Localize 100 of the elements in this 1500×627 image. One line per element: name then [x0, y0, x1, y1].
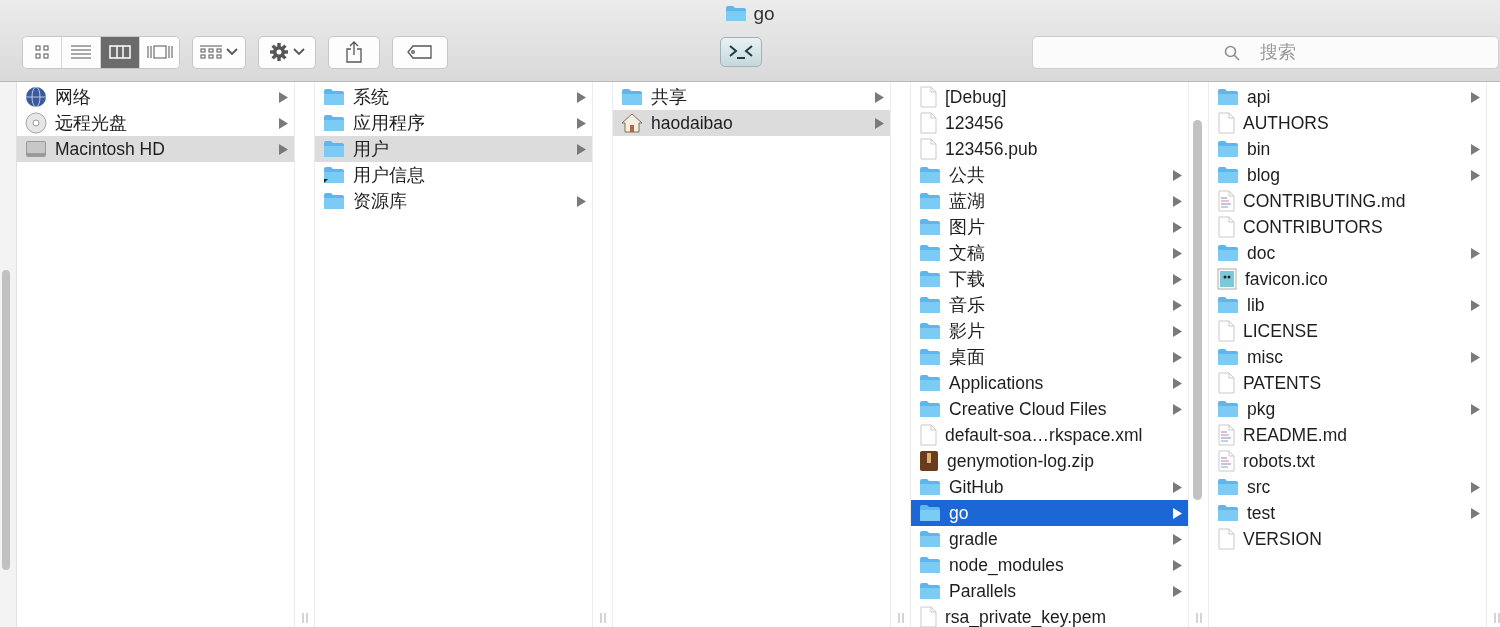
text-file-icon [1217, 424, 1235, 446]
file-row[interactable]: [Debug] [911, 84, 1188, 110]
file-row[interactable]: VERSION [1209, 526, 1486, 552]
file-row[interactable]: 系统 [315, 84, 592, 110]
file-name: 共享 [651, 86, 688, 109]
view-button[interactable] [23, 36, 62, 68]
file-row[interactable]: misc [1209, 344, 1486, 370]
file-row[interactable]: 123456.pub [911, 136, 1188, 162]
file-row[interactable]: AUTHORS [1209, 110, 1486, 136]
folder-icon [1217, 504, 1239, 522]
file-name: 文稿 [949, 242, 986, 265]
file-name: 蓝湖 [949, 190, 986, 213]
folder-icon [1217, 244, 1239, 262]
file-row[interactable]: 图片 [911, 214, 1188, 240]
file-name: node_modules [949, 554, 1065, 576]
tag-icon [407, 45, 433, 59]
file-row[interactable]: Applications [911, 370, 1188, 396]
action-button[interactable] [258, 35, 316, 69]
file-name: lib [1247, 294, 1266, 316]
file-icon [1217, 216, 1235, 238]
file-name: misc [1247, 346, 1284, 368]
file-row[interactable]: Parallels [911, 578, 1188, 604]
file-row[interactable]: haodaibao [613, 110, 890, 136]
file-row[interactable]: 下载 [911, 266, 1188, 292]
file-row[interactable]: 应用程序 [315, 110, 592, 136]
file-row[interactable]: 用户 [315, 136, 592, 162]
house-icon [621, 113, 643, 133]
search-field[interactable]: 搜索 [1032, 35, 1499, 69]
file-row[interactable]: favicon.ico [1209, 266, 1486, 292]
file-row[interactable]: 网络 [17, 84, 294, 110]
file-name: 音乐 [949, 294, 986, 317]
file-row[interactable]: go [911, 500, 1188, 526]
file-row[interactable]: 共享 [613, 84, 890, 110]
folder-icon [919, 218, 941, 236]
tags-button[interactable] [392, 35, 448, 69]
file-row[interactable]: 桌面 [911, 344, 1188, 370]
file-name: 用户 [353, 138, 390, 161]
folder-icon [919, 556, 941, 574]
file-row[interactable]: 文稿 [911, 240, 1188, 266]
list-view-icon [71, 45, 91, 59]
file-row[interactable]: README.md [1209, 422, 1486, 448]
view-button[interactable] [101, 36, 140, 68]
file-row[interactable]: 公共 [911, 162, 1188, 188]
file-row[interactable]: 资源库 [315, 188, 592, 214]
file-name: README.md [1243, 424, 1349, 446]
folder-icon [919, 322, 941, 340]
file-row[interactable]: api [1209, 84, 1486, 110]
text-file-icon [1217, 190, 1235, 212]
file-row[interactable]: CONTRIBUTING.md [1209, 188, 1486, 214]
terminal-app-icon[interactable] [720, 37, 762, 67]
resize-handle-icon[interactable] [1195, 613, 1202, 623]
file-row[interactable]: doc [1209, 240, 1486, 266]
file-name: robots.txt [1243, 450, 1316, 472]
resize-handle-icon[interactable] [599, 613, 606, 623]
folder-icon [919, 530, 941, 548]
file-row[interactable]: lib [1209, 292, 1486, 318]
file-name: default-soa…rkspace.xml [945, 424, 1144, 446]
file-name: rsa_private_key.pem [945, 606, 1108, 627]
resize-handle-icon[interactable] [897, 613, 904, 623]
file-row[interactable]: 影片 [911, 318, 1188, 344]
file-row[interactable]: LICENSE [1209, 318, 1486, 344]
file-name: doc [1247, 242, 1277, 264]
file-row[interactable]: 音乐 [911, 292, 1188, 318]
file-row[interactable]: src [1209, 474, 1486, 500]
file-name: VERSION [1243, 528, 1323, 550]
file-row[interactable]: PATENTS [1209, 370, 1486, 396]
resize-handle-icon[interactable] [1493, 613, 1500, 623]
hard-drive-icon [25, 139, 47, 159]
folder-icon [1217, 88, 1239, 106]
folder-icon [1217, 478, 1239, 496]
file-row[interactable]: robots.txt [1209, 448, 1486, 474]
file-row[interactable]: node_modules [911, 552, 1188, 578]
file-icon [1217, 112, 1235, 134]
file-row[interactable]: 123456 [911, 110, 1188, 136]
file-row[interactable]: 远程光盘 [17, 110, 294, 136]
file-row[interactable]: GitHub [911, 474, 1188, 500]
resize-handle-icon[interactable] [301, 613, 308, 623]
file-row[interactable]: 用户信息 [315, 162, 592, 188]
folder-icon [1217, 348, 1239, 366]
file-row[interactable]: gradle [911, 526, 1188, 552]
file-row[interactable]: genymotion-log.zip [911, 448, 1188, 474]
file-row[interactable]: default-soa…rkspace.xml [911, 422, 1188, 448]
file-row[interactable]: Macintosh HD [17, 136, 294, 162]
file-name: 系统 [353, 86, 390, 109]
scrollbar-thumb[interactable] [2, 269, 10, 570]
file-row[interactable]: pkg [1209, 396, 1486, 422]
file-name: Macintosh HD [55, 138, 166, 160]
file-row[interactable]: rsa_private_key.pem [911, 604, 1188, 627]
file-name: 桌面 [949, 346, 986, 369]
file-row[interactable]: test [1209, 500, 1486, 526]
arrange-button[interactable] [192, 35, 246, 69]
share-button[interactable] [328, 35, 380, 69]
file-row[interactable]: CONTRIBUTORS [1209, 214, 1486, 240]
scrollbar-thumb[interactable] [1193, 120, 1202, 500]
search-icon [1224, 44, 1240, 61]
file-row[interactable]: blog [1209, 162, 1486, 188]
file-row[interactable]: 蓝湖 [911, 188, 1188, 214]
column-view-icon [109, 45, 131, 59]
file-row[interactable]: bin [1209, 136, 1486, 162]
file-row[interactable]: Creative Cloud Files [911, 396, 1188, 422]
